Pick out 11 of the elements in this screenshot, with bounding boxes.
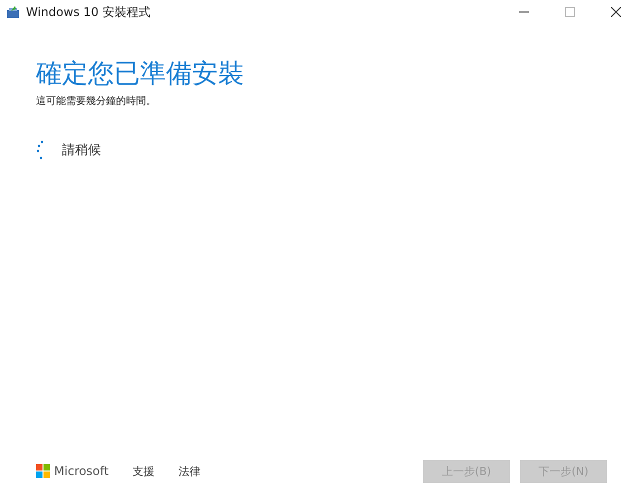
logo-icon [36,464,50,478]
window-title: Windows 10 安裝程式 [26,4,152,20]
wait-label: 請稍候 [62,142,101,159]
spinner-icon [36,140,44,160]
close-icon[interactable] [611,7,621,17]
brand-name: Microsoft [54,464,109,478]
footer-link[interactable]: 法律 [178,464,201,478]
setup-icon [6,5,20,19]
page-heading: 確定您已準備安裝 [36,58,245,90]
footer-link[interactable]: 支援 [132,464,155,478]
subtitle: 這可能需要幾分鐘的時間。 [36,94,157,108]
